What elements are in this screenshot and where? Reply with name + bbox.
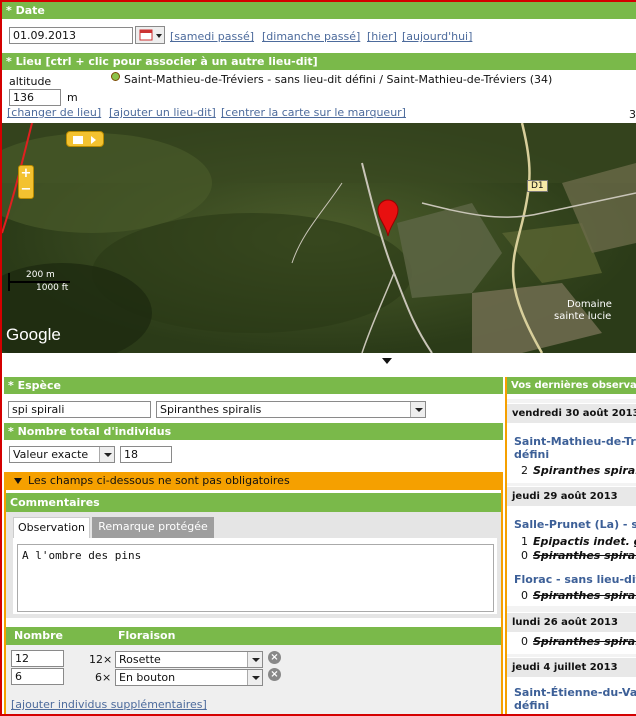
row2-remove-icon[interactable]: × xyxy=(268,668,281,681)
day-2-date: jeudi 29 août 2013 xyxy=(507,486,636,506)
tab-remarque-protegee[interactable]: Remarque protégée xyxy=(92,517,214,538)
satellite-imagery xyxy=(2,123,636,353)
scale-bar: 200 m 1000 ft xyxy=(8,270,72,293)
calendar-button[interactable] xyxy=(135,26,165,44)
map[interactable]: + − D1 200 m 1000 ft Domaine sainte luci… xyxy=(2,123,636,353)
link-ajouter-lieu-dit[interactable]: [ajouter un lieu-dit] xyxy=(109,106,216,119)
observation-form: * Date 01.09.2013 [samedi passé] [dimanc… xyxy=(0,0,636,716)
link-hier[interactable]: [hier] xyxy=(367,30,397,43)
species-select[interactable]: Spiranthes spiralis xyxy=(156,401,426,418)
nombre-header: * Nombre total d'individus xyxy=(4,423,503,440)
count-mode-value: Valeur exacte xyxy=(13,448,89,461)
recent-observations-panel: Vos dernières observa vendredi 30 août 2… xyxy=(505,377,636,714)
optional-banner-label: Les champs ci-dessous ne sont pas obliga… xyxy=(28,474,290,487)
row2-multiplier: 6× xyxy=(95,671,112,684)
map-place-label-1: Domaine xyxy=(567,299,612,310)
day-3-date: lundi 26 août 2013 xyxy=(507,612,636,632)
link-centrer-carte[interactable]: [centrer la carte sur le marqueur] xyxy=(221,106,406,119)
sidebar-header: Vos dernières observa xyxy=(507,377,636,394)
altitude-label: altitude xyxy=(9,75,52,88)
row2-stage-value: En bouton xyxy=(119,671,176,684)
day-1-item-1-count: 2 xyxy=(521,464,528,477)
row1-multiplier: 12× xyxy=(89,653,113,666)
link-dimanche-passe[interactable]: [dimanche passé] xyxy=(262,30,360,43)
map-collapse-icon[interactable] xyxy=(381,357,393,365)
day-4-place-line1[interactable]: Saint-Étienne-du-Valo xyxy=(514,686,636,699)
place-dot-icon xyxy=(111,72,120,81)
row1-count-input[interactable]: 12 xyxy=(11,650,64,667)
comments-header: Commentaires xyxy=(6,493,501,512)
day-2-item-2-count: 0 xyxy=(521,549,528,562)
day-3-item-1-species[interactable]: Spiranthes spiralis xyxy=(533,635,636,648)
espece-header: * Espèce xyxy=(4,377,503,394)
date-header: * Date xyxy=(2,2,636,19)
row1-remove-icon[interactable]: × xyxy=(268,651,281,664)
day-2-item-2-species[interactable]: Spiranthes spiralis xyxy=(533,549,636,562)
link-changer-lieu[interactable]: [changer de lieu] xyxy=(7,106,101,119)
chevron-down-icon xyxy=(99,447,114,462)
altitude-unit: m xyxy=(67,91,78,104)
altitude-input[interactable]: 136 xyxy=(9,89,61,106)
day-2-item-1-count: 1 xyxy=(521,535,528,548)
species-selected: Spiranthes spiralis xyxy=(160,403,262,416)
day-4-place-line2[interactable]: défini xyxy=(514,699,549,712)
trailing-number: 3 xyxy=(629,108,636,121)
expand-triangle-icon xyxy=(14,478,22,484)
calendar-icon xyxy=(139,29,162,41)
row1-stage-select[interactable]: Rosette xyxy=(115,651,263,668)
scale-feet: 1000 ft xyxy=(36,283,69,293)
row1-stage-value: Rosette xyxy=(119,653,161,666)
row2-stage-select[interactable]: En bouton xyxy=(115,669,263,686)
link-samedi-passe[interactable]: [samedi passé] xyxy=(170,30,254,43)
table-header: Nombre Floraison xyxy=(6,627,501,645)
day-2-place-1[interactable]: Salle-Prunet (La) - sa xyxy=(514,518,636,531)
count-mode-select[interactable]: Valeur exacte xyxy=(9,446,115,463)
lieu-header: * Lieu [ctrl + clic pour associer à un a… xyxy=(2,53,636,70)
count-input[interactable]: 18 xyxy=(120,446,172,463)
day-3-item-1-count: 0 xyxy=(521,635,528,648)
link-ajouter-individus[interactable]: [ajouter individus supplémentaires] xyxy=(11,698,207,711)
species-search-input[interactable]: spi spirali xyxy=(8,401,151,418)
day-4-date: jeudi 4 juillet 2013 xyxy=(507,657,636,677)
day-1-place-line1[interactable]: Saint-Mathieu-de-Tré xyxy=(514,435,636,448)
day-2-place-2[interactable]: Florac - sans lieu-dit d xyxy=(514,573,636,586)
comment-textarea[interactable]: A l'ombre des pins xyxy=(17,544,494,612)
scale-meters: 200 m xyxy=(26,270,55,280)
zoom-control: + − xyxy=(18,165,34,199)
col-nombre: Nombre xyxy=(14,629,63,642)
day-1-date: vendredi 30 août 2013 xyxy=(507,403,636,423)
layers-button[interactable] xyxy=(66,131,104,147)
google-logo: Google xyxy=(6,325,61,344)
road-badge: D1 xyxy=(527,180,548,192)
day-2-place-2-item-count: 0 xyxy=(521,589,528,602)
day-1-place-line2[interactable]: défini xyxy=(514,448,549,461)
day-1-item-1-species[interactable]: Spiranthes spiralis xyxy=(533,464,636,477)
col-floraison: Floraison xyxy=(118,629,176,642)
day-2-item-1-species[interactable]: Epipactis indet. gr xyxy=(533,535,636,548)
zoom-in-icon[interactable]: + xyxy=(19,166,33,182)
zoom-out-icon[interactable]: − xyxy=(19,182,33,198)
comment-text: A l'ombre des pins xyxy=(22,549,142,562)
link-aujourdhui[interactable]: [aujourd'hui] xyxy=(402,30,472,43)
map-marker-icon[interactable] xyxy=(377,199,399,237)
date-input[interactable]: 01.09.2013 xyxy=(9,27,133,44)
map-place-label-2: sainte lucie xyxy=(554,311,612,322)
chevron-down-icon xyxy=(247,652,262,667)
chevron-down-icon xyxy=(410,402,425,417)
day-2-place-2-item-species[interactable]: Spiranthes spiralis xyxy=(533,589,636,602)
place-name: Saint-Mathieu-de-Tréviers - sans lieu-di… xyxy=(124,73,553,86)
row2-count-input[interactable]: 6 xyxy=(11,668,64,685)
layers-icon xyxy=(73,136,96,144)
chevron-down-icon xyxy=(247,670,262,685)
optional-banner[interactable]: Les champs ci-dessous ne sont pas obliga… xyxy=(4,472,503,490)
tab-observation[interactable]: Observation xyxy=(13,517,90,538)
